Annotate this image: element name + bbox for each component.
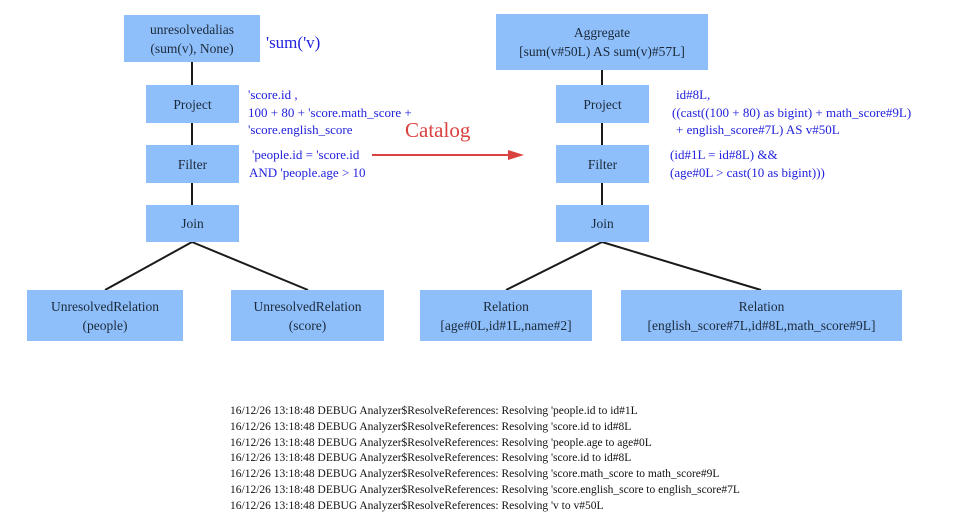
- node-filter-unresolved-label: Filter: [177, 156, 208, 172]
- annotation-project-unresolved: 'score.id , 100 + 80 + 'score.math_score…: [248, 86, 412, 139]
- edge-join-rightrel-right: [601, 241, 762, 291]
- node-unresolvedalias-title: unresolvedalias: [150, 21, 234, 37]
- annotation-line: (age#0L > cast(10 as bigint))): [670, 164, 825, 180]
- node-aggregate-expr: [sum(v#50L) AS sum(v)#57L]: [519, 44, 685, 59]
- catalog-label: Catalog: [405, 118, 471, 142]
- annotation-filter-resolved: (id#1L = id#8L) && (age#0L > cast(10 as …: [670, 146, 825, 181]
- node-project-unresolved-label: Project: [173, 96, 212, 112]
- node-project-resolved: Project: [556, 85, 649, 123]
- log-line: 16/12/26 13:18:48 DEBUG Analyzer$Resolve…: [230, 420, 632, 433]
- annotation-line: ((cast((100 + 80) as bigint) + math_scor…: [672, 104, 912, 120]
- annotation-line: id#8L,: [676, 87, 711, 102]
- node-aggregate: Aggregate [sum(v#50L) AS sum(v)#57L]: [496, 14, 708, 70]
- node-join-unresolved: Join: [146, 205, 239, 242]
- node-relation-name: (people): [82, 317, 128, 333]
- node-relation-attrs: [age#0L,id#1L,name#2]: [440, 317, 572, 333]
- edge-join-rightrel-left: [191, 241, 309, 291]
- node-join-resolved-label: Join: [591, 216, 614, 231]
- catalog-arrow-head: [508, 150, 524, 160]
- node-unresolvedalias-args: (sum(v), None): [150, 40, 234, 56]
- node-join-resolved: Join: [556, 205, 649, 242]
- annotation-unresolved-root: 'sum('v): [266, 33, 321, 52]
- log-line: 16/12/26 13:18:48 DEBUG Analyzer$Resolve…: [230, 483, 740, 496]
- node-project-resolved-label: Project: [583, 96, 622, 112]
- node-relation-score: Relation [english_score#7L,id#8L,math_sc…: [621, 290, 902, 341]
- edge-join-leftrel-right: [505, 241, 603, 291]
- node-join-unresolved-label: Join: [181, 216, 204, 231]
- edge-join-leftrel-left: [104, 241, 193, 291]
- log-line: 16/12/26 13:18:48 DEBUG Analyzer$Resolve…: [230, 499, 604, 512]
- node-relation-title: UnresolvedRelation: [51, 298, 159, 314]
- annotation-line: (id#1L = id#8L) &&: [670, 147, 778, 162]
- annotation-project-resolved: id#8L, ((cast((100 + 80) as bigint) + ma…: [672, 86, 911, 139]
- log-line: 16/12/26 13:18:48 DEBUG Analyzer$Resolve…: [230, 468, 720, 481]
- node-relation-people: Relation [age#0L,id#1L,name#2]: [420, 290, 592, 341]
- node-filter-resolved: Filter: [556, 145, 649, 183]
- node-relation-title: Relation: [483, 298, 529, 314]
- annotation-line: + english_score#7L) AS v#50L: [676, 122, 840, 137]
- annotation-line: 'score.id ,: [248, 87, 298, 102]
- annotation-filter-unresolved: 'people.id = 'score.id AND 'people.age >…: [249, 146, 366, 181]
- node-unresolvedalias: unresolvedalias (sum(v), None): [124, 15, 260, 62]
- node-unresolvedrelation-score: UnresolvedRelation (score): [231, 290, 384, 341]
- node-relation-name: (score): [288, 317, 327, 333]
- debug-log: 16/12/26 13:18:48 DEBUG Analyzer$Resolve…: [230, 404, 740, 515]
- node-relation-attrs: [english_score#7L,id#8L,math_score#9L]: [647, 317, 876, 333]
- node-relation-title: UnresolvedRelation: [253, 298, 362, 314]
- annotation-line: 100 + 80 + 'score.math_score +: [248, 104, 412, 120]
- node-relation-title: Relation: [738, 298, 785, 314]
- annotation-line: 'people.id = 'score.id: [252, 147, 360, 162]
- log-line: 16/12/26 13:18:48 DEBUG Analyzer$Resolve…: [230, 436, 652, 449]
- node-filter-unresolved: Filter: [146, 145, 239, 183]
- node-unresolvedrelation-people: UnresolvedRelation (people): [27, 290, 183, 341]
- node-aggregate-title: Aggregate: [573, 25, 631, 40]
- node-filter-resolved-label: Filter: [587, 156, 618, 172]
- log-line: 16/12/26 13:18:48 DEBUG Analyzer$Resolve…: [230, 452, 632, 465]
- annotation-line: AND 'people.age > 10: [249, 164, 366, 180]
- annotation-line: 'score.english_score: [248, 122, 353, 137]
- log-line: 16/12/26 13:18:48 DEBUG Analyzer$Resolve…: [230, 405, 638, 417]
- node-project-unresolved: Project: [146, 85, 239, 123]
